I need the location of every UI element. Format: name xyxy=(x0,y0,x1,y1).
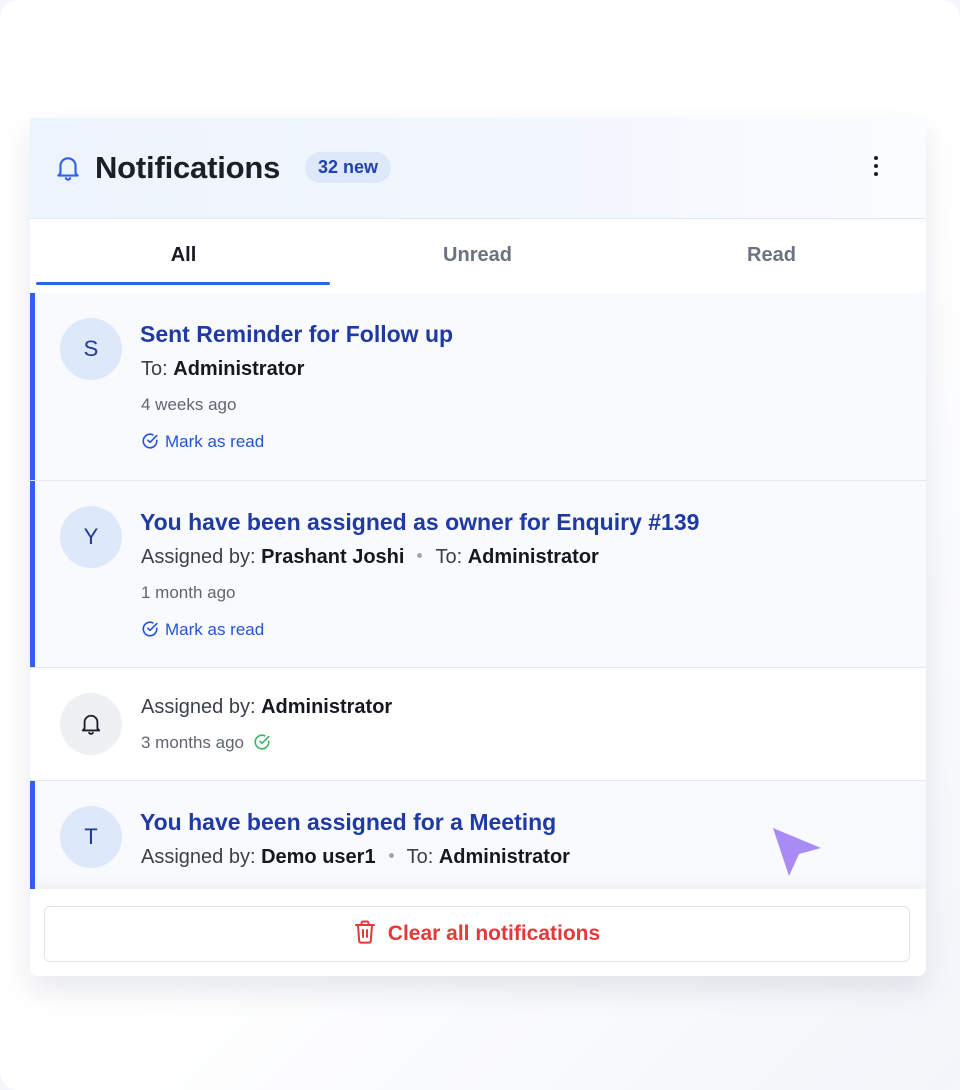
clear-all-button[interactable]: Clear all notifications xyxy=(44,906,910,962)
notification-title[interactable]: You have been assigned for a Meeting xyxy=(140,809,556,836)
page-background: Notifications 32 new All Unread Read S S… xyxy=(0,0,960,1090)
assigner-name: Prashant Joshi xyxy=(261,546,405,568)
notification-item[interactable]: Y You have been assigned as owner for En… xyxy=(30,481,926,668)
bell-icon xyxy=(57,157,79,181)
assigner-name: Demo user1 xyxy=(261,846,376,868)
notification-title[interactable]: You have been assigned as owner for Enqu… xyxy=(140,509,699,536)
active-tab-indicator xyxy=(36,282,330,285)
check-circle-icon xyxy=(254,734,270,750)
separator-dot xyxy=(417,553,423,559)
tab-unread[interactable]: Unread xyxy=(330,219,625,291)
separator-dot xyxy=(388,853,394,859)
mark-as-read-button[interactable]: Mark as read xyxy=(141,432,264,452)
tab-read[interactable]: Read xyxy=(624,219,919,291)
notification-meta: To: Administrator xyxy=(141,358,305,380)
avatar xyxy=(60,693,122,755)
tab-all[interactable]: All xyxy=(36,219,331,291)
recipient-name: Administrator xyxy=(438,846,570,868)
notification-list[interactable]: S Sent Reminder for Follow up To: Admini… xyxy=(30,293,926,889)
avatar: Y xyxy=(60,506,122,568)
panel-header: Notifications 32 new xyxy=(30,118,926,219)
notification-item[interactable]: S Sent Reminder for Follow up To: Admini… xyxy=(30,293,926,481)
bell-icon xyxy=(81,714,101,735)
notification-item[interactable]: Assigned by: Administrator 3 months ago xyxy=(30,668,926,781)
trash-icon xyxy=(354,920,375,944)
panel-footer: Clear all notifications xyxy=(30,889,926,976)
check-circle-icon xyxy=(142,433,158,449)
check-circle-icon xyxy=(142,621,158,637)
new-count-badge: 32 new xyxy=(305,152,392,183)
recipient-name: Administrator xyxy=(173,358,305,380)
timestamp: 3 months ago xyxy=(141,733,277,753)
notification-meta: Assigned by: Prashant Joshi To: Administr… xyxy=(141,546,599,568)
timestamp: 4 weeks ago xyxy=(141,395,237,414)
notification-title[interactable]: Sent Reminder for Follow up xyxy=(140,321,453,348)
page-title: Notifications xyxy=(95,150,281,185)
more-options-icon[interactable] xyxy=(872,156,880,180)
notification-meta: Assigned by: Administrator xyxy=(141,696,393,718)
mark-as-read-button[interactable]: Mark as read xyxy=(141,620,264,640)
recipient-name: Administrator xyxy=(467,546,599,568)
timestamp: 1 month ago xyxy=(141,583,236,602)
avatar: T xyxy=(60,806,122,868)
assigner-name: Administrator xyxy=(261,696,393,718)
cursor-icon xyxy=(773,828,821,876)
avatar: S xyxy=(60,318,122,380)
notification-meta: Assigned by: Demo user1 To: Administrator xyxy=(141,846,570,868)
